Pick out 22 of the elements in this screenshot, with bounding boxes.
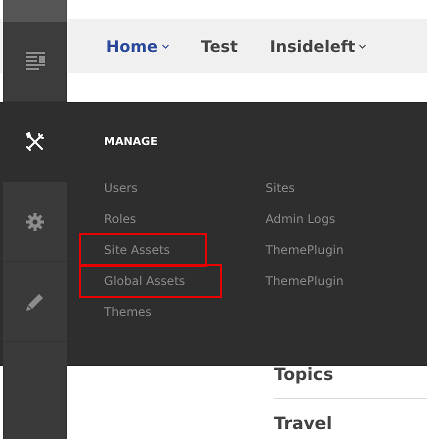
nav-link[interactable]: Test — [200, 36, 238, 56]
nav-link[interactable]: Insideleft — [270, 36, 366, 56]
section-heading: Topics — [274, 364, 334, 387]
menu-item[interactable]: Users — [104, 178, 138, 198]
section-heading: Travel — [274, 398, 427, 439]
tools-icon — [25, 132, 45, 152]
menu-item[interactable]: Themes — [104, 302, 152, 322]
nav-link[interactable]: Home — [106, 36, 169, 56]
pencil-icon — [26, 292, 44, 310]
list-icon — [26, 52, 44, 71]
highlighted-menu-item[interactable]: Global Assets — [81, 266, 220, 296]
menu-item[interactable]: ThemePlugin — [266, 240, 344, 260]
caret-icon — [359, 44, 366, 48]
gear-icon — [26, 212, 44, 230]
section-title: MANAGE — [104, 135, 158, 148]
sidebar-header — [3, 0, 67, 22]
menu-item[interactable]: Sites — [266, 178, 295, 198]
menu-item[interactable]: Roles — [104, 209, 136, 229]
highlighted-menu-item[interactable]: Site Assets — [81, 235, 205, 265]
caret-icon — [162, 44, 169, 48]
menu-item[interactable]: ThemePlugin — [266, 271, 344, 291]
menu-item[interactable]: Admin Logs — [266, 209, 336, 229]
